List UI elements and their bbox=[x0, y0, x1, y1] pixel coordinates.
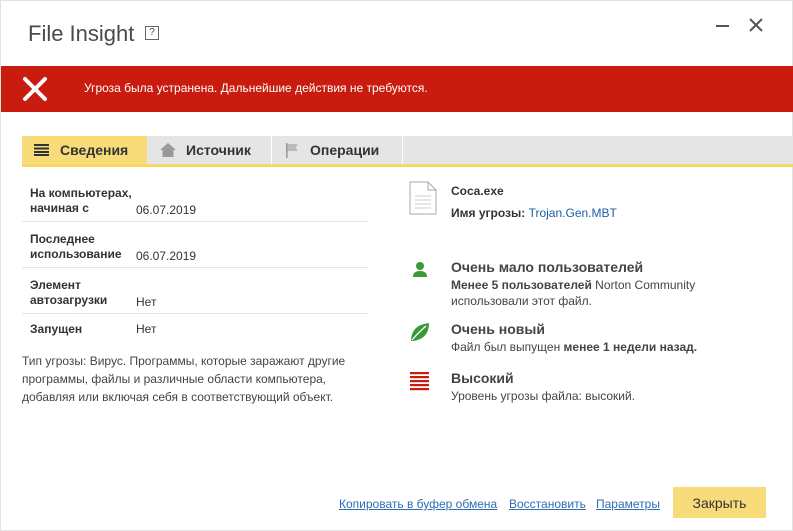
tab-details-label: Сведения bbox=[60, 142, 129, 158]
tab-bar: Сведения Источник Операции bbox=[22, 136, 793, 167]
file-name: Coca.exe bbox=[451, 184, 504, 198]
user-icon bbox=[413, 262, 427, 277]
document-icon bbox=[409, 181, 437, 215]
info-label: На компьютерах, начиная с bbox=[30, 186, 132, 215]
age-stat-title: Очень новый bbox=[451, 321, 545, 337]
threat-name-link[interactable]: Trojan.Gen.MBT bbox=[529, 206, 617, 220]
threat-name-line: Имя угрозы: Trojan.Gen.MBT bbox=[451, 206, 617, 220]
home-icon bbox=[160, 143, 176, 157]
info-value: 06.07.2019 bbox=[136, 203, 197, 217]
info-row: Элемент автозагрузки Нет bbox=[22, 268, 368, 314]
help-icon[interactable]: ? bbox=[145, 26, 159, 40]
alert-x-icon bbox=[23, 77, 47, 101]
window-title: File Insight bbox=[28, 21, 135, 46]
age-stat-description: Файл был выпущен менее 1 недели назад. bbox=[451, 340, 698, 354]
threat-type-description: Тип угрозы: Вирус. Программы, которые за… bbox=[22, 354, 346, 404]
threat-level-title: Высокий bbox=[451, 370, 514, 386]
tab-operations[interactable]: Операции bbox=[273, 136, 403, 164]
info-row: Последнее использование 06.07.2019 bbox=[22, 222, 368, 268]
info-value: Нет bbox=[136, 295, 157, 309]
list-icon bbox=[34, 144, 49, 156]
users-stat-description: Менее 5 пользователей Norton Community и… bbox=[451, 278, 696, 308]
close-icon bbox=[749, 18, 763, 32]
tab-details[interactable]: Сведения bbox=[22, 136, 147, 164]
info-value: 06.07.2019 bbox=[136, 249, 197, 263]
copy-to-clipboard-link[interactable]: Копировать в буфер обмена bbox=[339, 497, 497, 511]
info-value: Нет bbox=[136, 322, 157, 336]
minimize-button[interactable] bbox=[712, 15, 732, 35]
file-insight-window: File Insight ? Угроза была устранена. Да… bbox=[0, 0, 793, 531]
info-table: На компьютерах, начиная с 06.07.2019 Пос… bbox=[22, 176, 368, 342]
tab-source[interactable]: Источник bbox=[147, 136, 272, 164]
alert-message: Угроза была устранена. Дальнейшие действ… bbox=[84, 81, 428, 95]
settings-link[interactable]: Параметры bbox=[596, 497, 660, 511]
flag-icon bbox=[286, 142, 298, 158]
users-stat-title: Очень мало пользователей bbox=[451, 259, 644, 275]
threat-name-label: Имя угрозы: bbox=[451, 206, 526, 220]
tab-source-label: Источник bbox=[186, 142, 251, 158]
info-row: Запущен Нет bbox=[22, 314, 368, 342]
title-bar: File Insight ? bbox=[1, 1, 792, 65]
threat-level-icon bbox=[410, 372, 429, 391]
tab-operations-label: Операции bbox=[310, 142, 380, 158]
info-row: На компьютерах, начиная с 06.07.2019 bbox=[22, 176, 368, 222]
close-button[interactable]: Закрыть bbox=[673, 487, 766, 518]
close-window-button[interactable] bbox=[746, 15, 766, 35]
restore-link[interactable]: Восстановить bbox=[509, 497, 586, 511]
alert-banner: Угроза была устранена. Дальнейшие действ… bbox=[1, 66, 793, 112]
leaf-icon bbox=[411, 323, 429, 341]
info-label: Последнее использование bbox=[30, 232, 122, 261]
threat-level-description: Уровень угрозы файла: высокий. bbox=[451, 389, 636, 403]
info-label: Элемент автозагрузки bbox=[30, 278, 108, 307]
info-label: Запущен bbox=[30, 322, 83, 336]
